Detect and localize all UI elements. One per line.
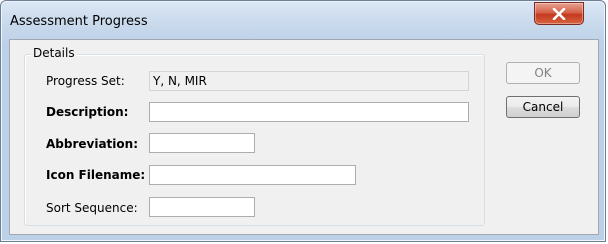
description-label: Description: — [46, 105, 129, 119]
icon-filename-input[interactable] — [149, 165, 356, 185]
progress-set-label: Progress Set: — [46, 74, 125, 88]
abbreviation-input[interactable] — [149, 133, 255, 153]
details-group-label: Details — [31, 46, 77, 60]
progress-set-field: Y, N, MIR — [149, 71, 469, 91]
title-bar[interactable]: Assessment Progress — [1, 1, 605, 39]
sort-sequence-label: Sort Sequence: — [46, 201, 138, 215]
ok-button[interactable]: OK — [506, 62, 580, 84]
window-title: Assessment Progress — [10, 14, 148, 29]
sort-sequence-input[interactable] — [149, 197, 255, 217]
cancel-button[interactable]: Cancel — [506, 96, 580, 118]
close-icon — [552, 7, 566, 20]
close-button[interactable] — [534, 2, 584, 25]
abbreviation-label: Abbreviation: — [46, 137, 138, 151]
description-input[interactable] — [149, 102, 469, 122]
icon-filename-label: Icon Filename: — [46, 168, 146, 182]
